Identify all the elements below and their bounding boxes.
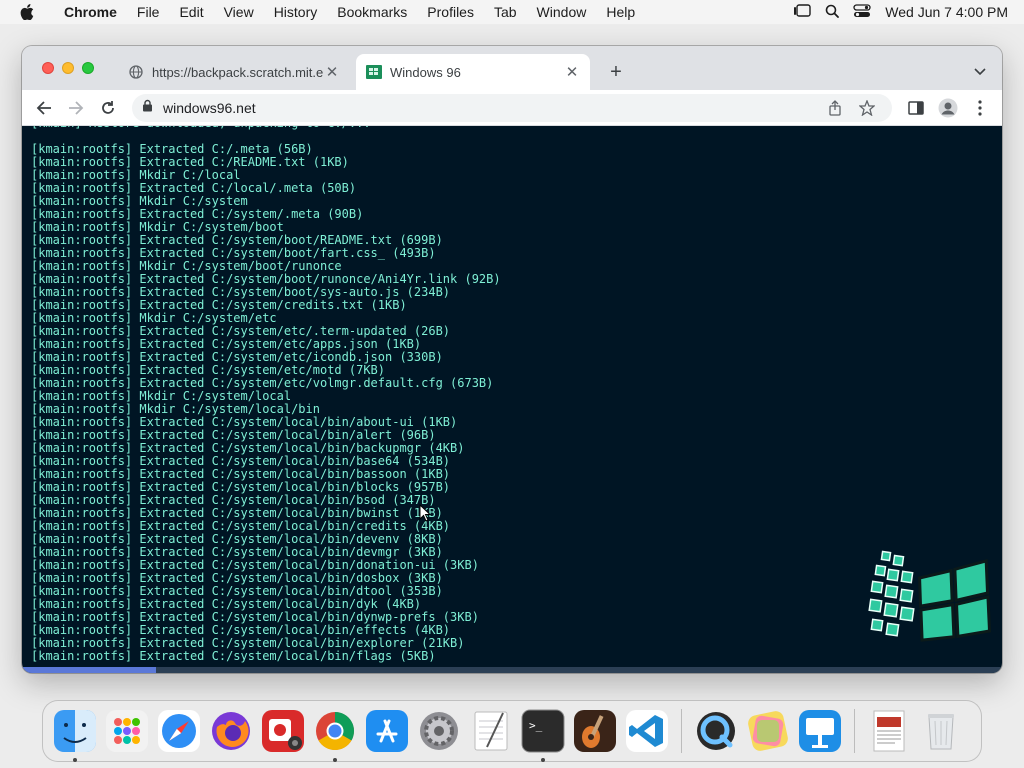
menu-bar: Chrome File Edit View History Bookmarks …	[0, 0, 1024, 24]
dock-document-icon[interactable]	[865, 707, 913, 755]
control-center-icon[interactable]	[853, 3, 871, 21]
menu-edit[interactable]: Edit	[169, 4, 213, 20]
running-indicator	[333, 758, 337, 762]
windows96-logo-icon	[868, 550, 992, 642]
menu-help[interactable]: Help	[596, 4, 645, 20]
menu-view[interactable]: View	[214, 4, 264, 20]
boot-log-terminal: [kmain] Restore downloaded, unpacking to…	[31, 126, 501, 663]
dock-garageband-icon[interactable]	[571, 707, 619, 755]
bookmark-star-icon[interactable]	[858, 99, 876, 117]
menu-profiles[interactable]: Profiles	[417, 4, 484, 20]
dock-quicktime-icon[interactable]	[692, 707, 740, 755]
globe-icon	[128, 64, 144, 80]
back-arrow-icon[interactable]	[32, 96, 56, 120]
close-tab-icon[interactable]: ✕	[564, 64, 580, 81]
menu-tab[interactable]: Tab	[484, 4, 527, 20]
running-indicator	[73, 758, 77, 762]
menu-file[interactable]: File	[127, 4, 170, 20]
dock-pixelmator-icon[interactable]	[744, 707, 792, 755]
browser-window: https://backpack.scratch.mit.e ✕ Windows…	[22, 46, 1002, 673]
dock-app-store-icon[interactable]	[363, 707, 411, 755]
dock-terminal-icon[interactable]: >_	[519, 707, 567, 762]
menu-bookmarks[interactable]: Bookmarks	[327, 4, 417, 20]
side-panel-icon[interactable]	[904, 96, 928, 120]
new-tab-button[interactable]: +	[606, 61, 626, 83]
boot-progress-fill	[22, 667, 157, 673]
menu-window[interactable]: Window	[527, 4, 597, 20]
dock-photo-booth-icon[interactable]	[259, 707, 307, 755]
minimize-window-button[interactable]	[62, 62, 74, 74]
terminal-line: [kmain:rootfs] Extracted C:/system/local…	[31, 649, 436, 663]
forward-arrow-icon[interactable]	[64, 96, 88, 120]
close-tab-icon[interactable]: ✕	[324, 64, 340, 81]
url-text: windows96.net	[163, 100, 256, 116]
dock-separator	[681, 709, 682, 753]
menu-clock[interactable]: Wed Jun 7 4:00 PM	[885, 4, 1008, 20]
running-indicator	[541, 758, 545, 762]
tab-strip: https://backpack.scratch.mit.e ✕ Windows…	[22, 46, 1002, 90]
mouse-pointer-icon	[419, 503, 432, 527]
boot-progress-bar	[22, 667, 1002, 673]
more-menu-icon[interactable]	[968, 96, 992, 120]
menu-history[interactable]: History	[264, 4, 328, 20]
stage-manager-icon[interactable]	[793, 3, 811, 21]
browser-toolbar: windows96.net	[22, 90, 1002, 126]
dock-safari-icon[interactable]	[155, 707, 203, 755]
dock-vscode-icon[interactable]	[623, 707, 671, 755]
dock-system-preferences-icon[interactable]	[415, 707, 463, 755]
dock-finder-icon[interactable]	[51, 707, 99, 762]
close-window-button[interactable]	[42, 62, 54, 74]
dock-keynote-icon[interactable]	[796, 707, 844, 755]
dock-launchpad-icon[interactable]	[103, 707, 151, 755]
tab-windows96[interactable]: Windows 96 ✕	[356, 54, 590, 90]
tab-backpack-scratch[interactable]: https://backpack.scratch.mit.e ✕	[118, 54, 350, 90]
dock-textedit-icon[interactable]	[467, 707, 515, 755]
dock-separator	[854, 709, 855, 753]
share-icon[interactable]	[826, 99, 844, 117]
page-content[interactable]: [kmain] Restore downloaded, unpacking to…	[22, 126, 1002, 673]
lock-icon[interactable]	[142, 99, 153, 117]
dock: >_	[42, 700, 982, 762]
menu-app-name[interactable]: Chrome	[54, 4, 127, 20]
reload-icon[interactable]	[96, 96, 120, 120]
address-bar[interactable]: windows96.net	[132, 94, 892, 122]
profile-avatar-icon[interactable]	[936, 96, 960, 120]
dock-firefox-icon[interactable]	[207, 707, 255, 755]
zoom-window-button[interactable]	[82, 62, 94, 74]
windows96-icon	[366, 64, 382, 80]
dock-chrome-icon[interactable]	[311, 707, 359, 762]
spotlight-search-icon[interactable]	[825, 4, 840, 21]
tab-title: Windows 96	[390, 64, 461, 80]
tab-title: https://backpack.scratch.mit.e	[152, 64, 324, 80]
dock-trash-icon[interactable]	[917, 707, 965, 755]
svg-text:>_: >_	[529, 719, 543, 732]
apple-menu-icon[interactable]	[0, 4, 54, 20]
tab-search-chevron-icon[interactable]	[970, 62, 990, 82]
